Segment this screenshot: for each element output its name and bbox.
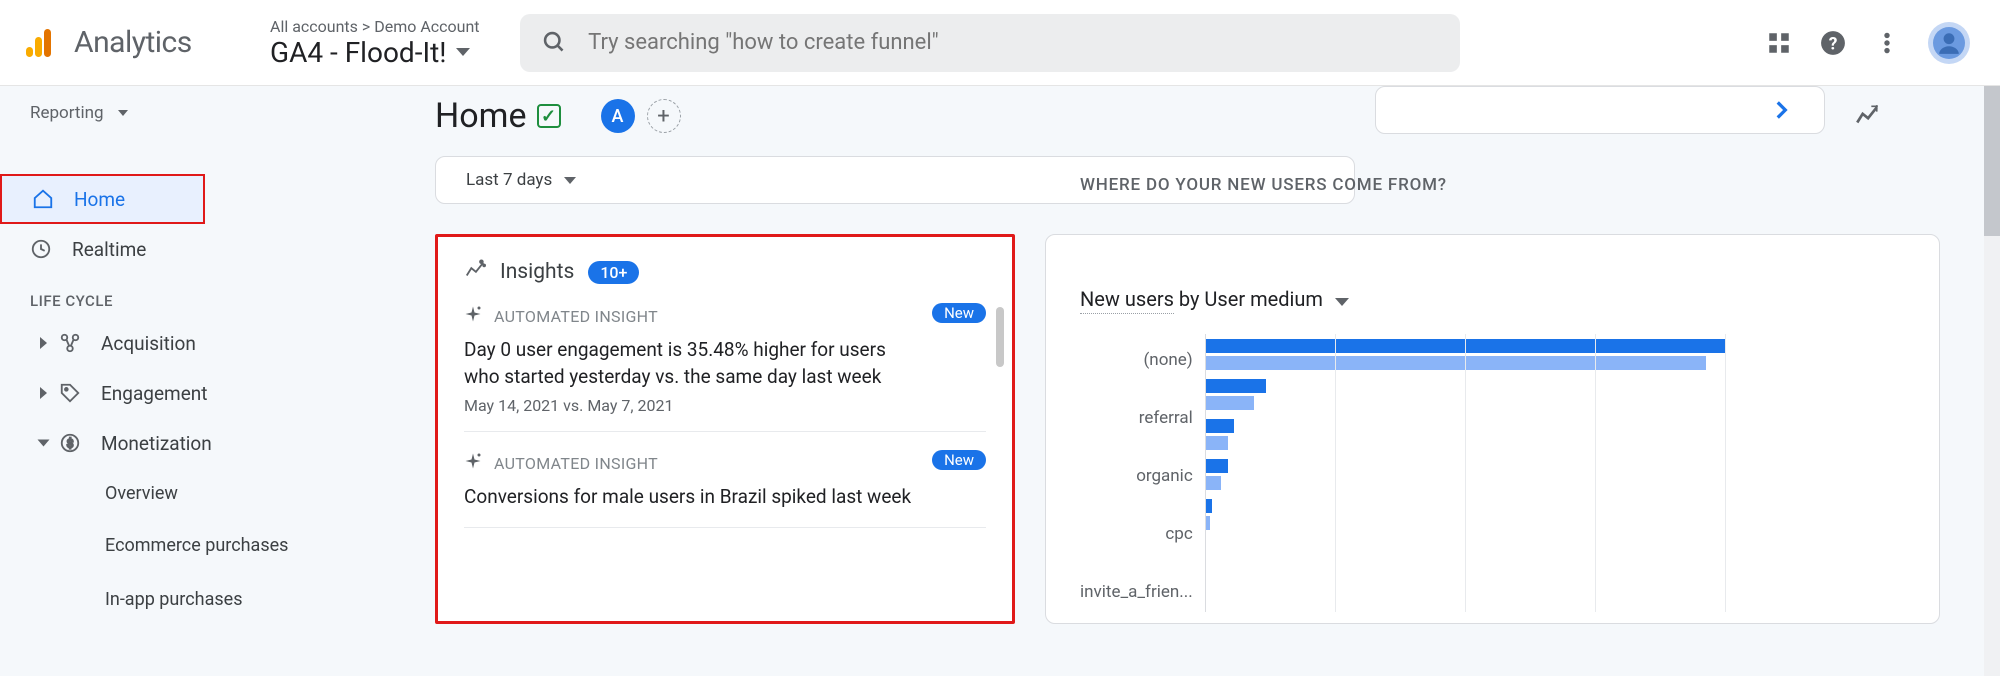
chevron-down-icon — [118, 110, 128, 116]
new-users-card: New users by User medium (none) referral o… — [1045, 234, 1940, 624]
chart-bars — [1205, 334, 1726, 612]
new-badge: New — [932, 450, 986, 470]
home-icon — [32, 188, 54, 210]
insight-text: Day 0 user engagement is 35.48% higher f… — [464, 337, 986, 390]
svg-text:?: ? — [1829, 34, 1838, 54]
users-card-heading: WHERE DO YOUR NEW USERS COME FROM? — [1080, 175, 1447, 195]
sidebar-item-ecommerce[interactable]: Ecommerce purchases — [0, 518, 365, 574]
chart-category-label: invite_a_frien... — [1080, 572, 1193, 612]
arrow-right-icon — [1768, 97, 1794, 123]
scrollbar-thumb[interactable] — [996, 307, 1004, 367]
search-icon — [542, 30, 567, 56]
sidebar-item-acquisition[interactable]: Acquisition — [0, 318, 365, 368]
insight-type-label: AUTOMATED INSIGHT — [494, 454, 658, 473]
user-avatar[interactable] — [1928, 22, 1970, 64]
sidebar-section-lifecycle: LIFE CYCLE — [0, 274, 365, 318]
chevron-down-icon — [38, 440, 50, 447]
scrollbar-thumb[interactable] — [1984, 86, 2000, 236]
clock-icon — [30, 238, 52, 260]
insight-item[interactable]: AUTOMATED INSIGHT New Day 0 user engagem… — [464, 285, 986, 432]
sidebar-item-overview[interactable]: Overview — [0, 468, 365, 518]
chevron-right-icon — [40, 337, 47, 349]
insight-item[interactable]: AUTOMATED INSIGHT New Conversions for ma… — [464, 432, 986, 528]
page-title: Home — [435, 96, 527, 136]
insights-card: Insights 10+ AUTOMATED INSIGHT New Day 0… — [435, 234, 1015, 624]
tag-icon — [59, 382, 81, 404]
help-icon[interactable]: ? — [1820, 30, 1846, 56]
chart-category-label: organic — [1136, 456, 1193, 496]
insight-date: May 14, 2021 vs. May 7, 2021 — [464, 396, 986, 415]
svg-text:$: $ — [67, 437, 74, 451]
sidebar-item-label: Home — [74, 188, 125, 211]
new-badge: New — [932, 303, 986, 323]
avatar-icon — [1933, 27, 1965, 59]
insights-icon[interactable] — [1854, 103, 1880, 129]
sidebar-item-label: Overview — [105, 483, 178, 504]
sidebar-item-realtime[interactable]: Realtime — [0, 224, 365, 274]
bar-chart: (none) referral organic cpc invite_a_frien..… — [1080, 334, 1905, 612]
chevron-right-icon — [40, 387, 47, 399]
sidebar-item-label: Monetization — [101, 432, 212, 455]
sparkle-icon — [464, 452, 482, 474]
property-name: GA4 - Flood-It! — [270, 36, 446, 69]
dimension-name: by User medium — [1174, 287, 1323, 311]
sidebar-item-label: Acquisition — [101, 332, 196, 355]
search-bar[interactable] — [520, 14, 1460, 72]
insights-header: Insights 10+ — [464, 259, 986, 285]
brand-name: Analytics — [74, 25, 192, 60]
sidebar-item-label: Realtime — [72, 238, 146, 261]
sidebar-item-monetization[interactable]: $ Monetization — [0, 418, 365, 468]
chart-y-labels: (none) referral organic cpc invite_a_frien..… — [1080, 334, 1205, 612]
reporting-label: Reporting — [30, 103, 104, 123]
property-selector[interactable]: All accounts > Demo Account GA4 - Flood-… — [250, 17, 500, 69]
sidebar: Reporting Home Realtime LIFE CYCLE Acqui… — [0, 86, 365, 676]
chevron-down-icon — [564, 177, 576, 184]
metric-name: New users — [1080, 287, 1174, 314]
search-input[interactable] — [588, 30, 1437, 55]
sidebar-item-engagement[interactable]: Engagement — [0, 368, 365, 418]
main-content: Home ✓ A + Last 7 days — [365, 86, 2000, 676]
header-actions: ? — [1766, 22, 1970, 64]
sidebar-item-label: Ecommerce purchases — [105, 534, 288, 557]
dollar-icon: $ — [59, 432, 81, 454]
sidebar-item-home[interactable]: Home — [0, 174, 205, 224]
analytics-logo-icon — [20, 25, 56, 61]
sparkle-icon — [464, 305, 482, 327]
account-breadcrumb: All accounts > Demo Account — [270, 17, 480, 36]
app-header: Analytics All accounts > Demo Account GA… — [0, 0, 2000, 86]
apps-icon[interactable] — [1766, 30, 1792, 56]
sidebar-item-label: In-app purchases — [105, 589, 243, 610]
verified-icon: ✓ — [537, 104, 561, 128]
sparkle-icon — [464, 259, 486, 285]
dimension-selector[interactable]: New users by User medium — [1080, 287, 1905, 314]
insights-title: Insights — [500, 260, 574, 284]
reporting-mode-selector[interactable]: Reporting — [0, 96, 365, 130]
chevron-down-icon — [456, 48, 470, 56]
insights-count-badge: 10+ — [588, 261, 639, 284]
chevron-down-icon — [1335, 298, 1349, 306]
timerange-label: Last 7 days — [466, 170, 552, 190]
chart-category-label: (none) — [1143, 340, 1192, 380]
chart-category-label: referral — [1139, 398, 1193, 438]
page-scrollbar[interactable] — [1984, 86, 2000, 676]
add-comparison-button[interactable]: + — [647, 99, 681, 133]
sidebar-item-inapp[interactable]: In-app purchases — [0, 574, 365, 624]
chart-category-label: cpc — [1165, 514, 1192, 554]
comparison-chip[interactable]: A — [601, 99, 635, 133]
sidebar-item-label: Engagement — [101, 382, 208, 405]
realtime-link-card[interactable] — [1375, 86, 1825, 134]
acquisition-icon — [59, 332, 81, 354]
more-icon[interactable] — [1874, 30, 1900, 56]
insight-type-label: AUTOMATED INSIGHT — [494, 307, 658, 326]
brand-block: Analytics — [20, 25, 250, 61]
insight-text: Conversions for male users in Brazil spi… — [464, 484, 986, 511]
